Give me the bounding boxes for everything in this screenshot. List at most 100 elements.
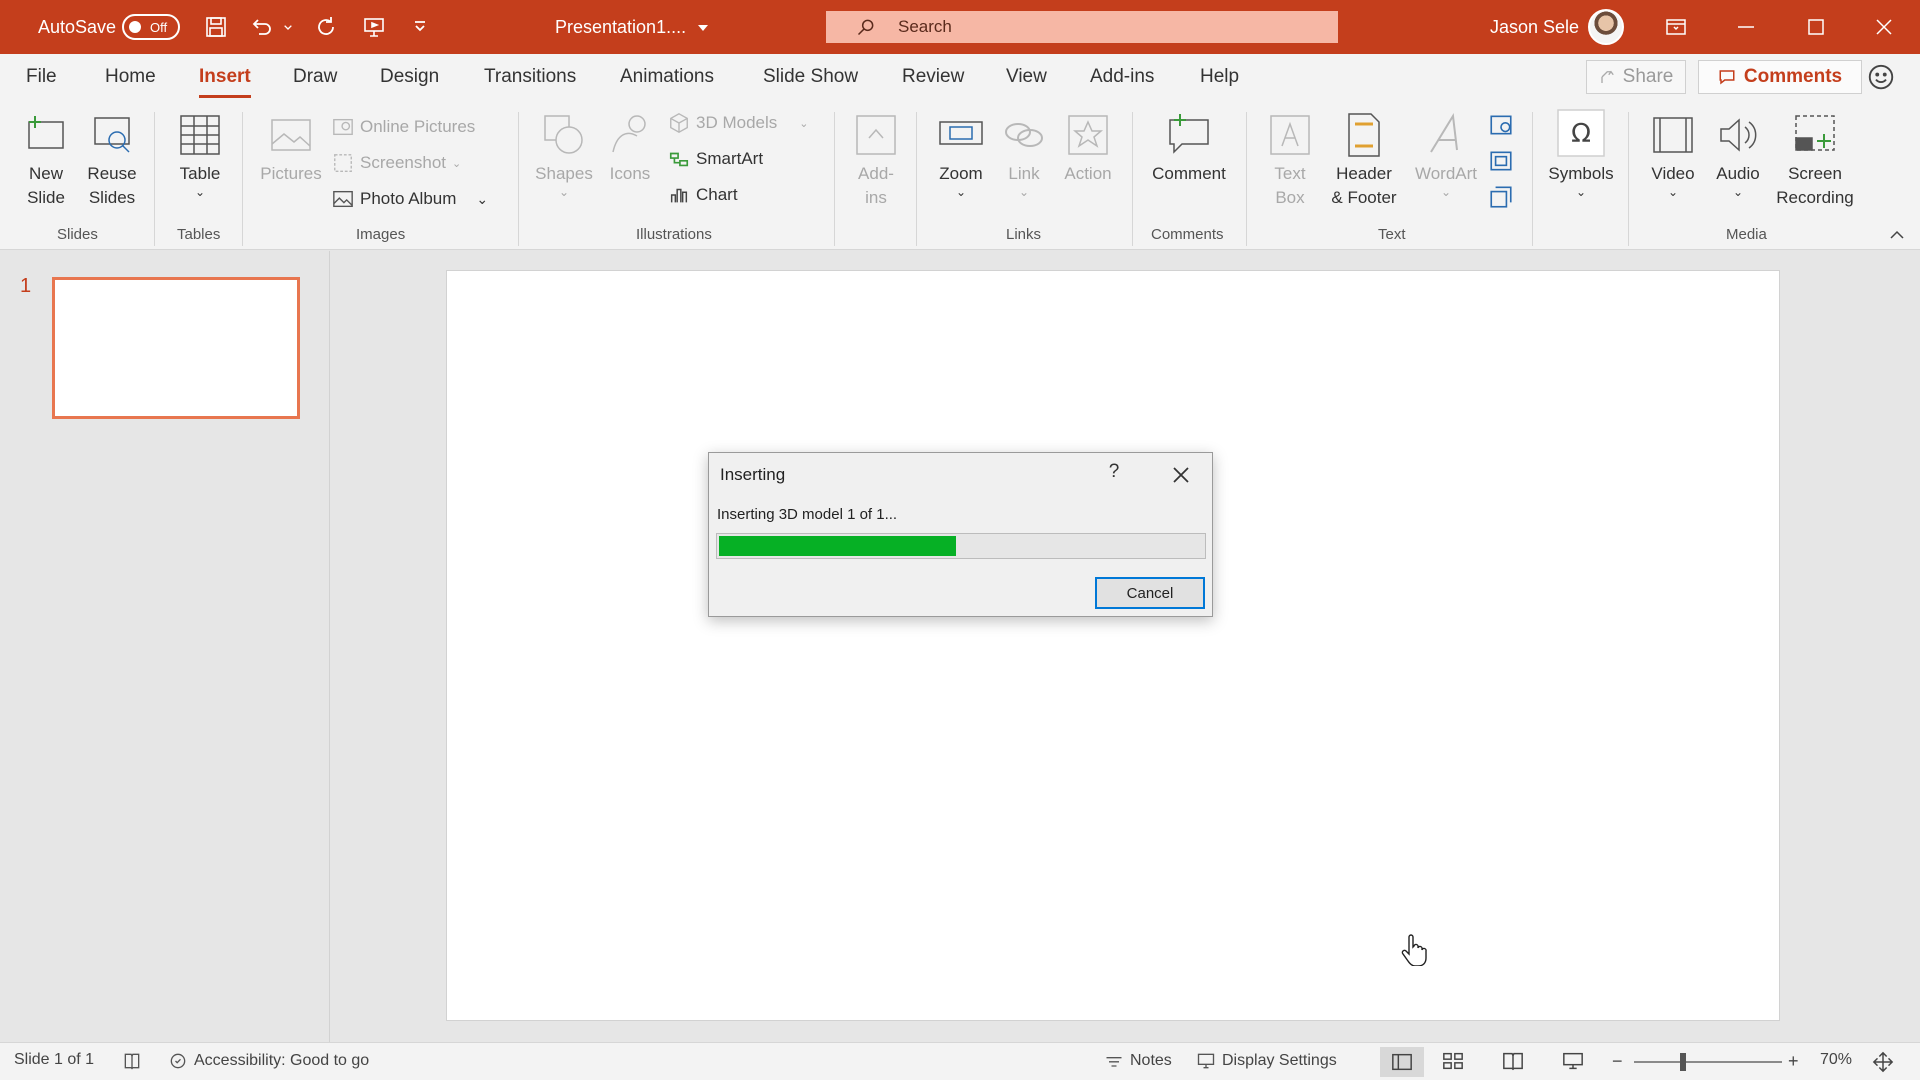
ribbon-display-options-icon[interactable] — [1662, 13, 1690, 41]
action-label: Action — [1064, 164, 1112, 183]
chevron-down-icon[interactable]: ⌄ — [476, 191, 488, 208]
tab-slide-show[interactable]: Slide Show — [763, 66, 858, 88]
icons-icon — [612, 115, 646, 153]
symbols-button[interactable]: Ω Symbols ⌄ — [1542, 108, 1620, 198]
user-name[interactable]: Jason Sele — [1490, 0, 1579, 54]
screen-recording-button[interactable]: Screen Recording — [1772, 112, 1858, 210]
reuse-slides-button[interactable]: Reuse Slides — [80, 112, 144, 210]
chart-button[interactable]: Chart — [668, 184, 738, 206]
online-pictures-button[interactable]: Online Pictures — [332, 116, 475, 138]
tab-review[interactable]: Review — [902, 66, 964, 88]
text-box-button[interactable]: Text Box — [1260, 112, 1320, 210]
chevron-down-icon: ⌄ — [1667, 185, 1679, 199]
spelling-check-icon[interactable] — [122, 1051, 142, 1071]
pictures-button[interactable]: Pictures — [256, 112, 326, 186]
chevron-down-icon: ⌄ — [799, 117, 809, 130]
slide-canvas[interactable] — [446, 270, 1780, 1021]
text-box-icon — [1270, 115, 1310, 155]
slide-show-view-icon[interactable] — [1562, 1051, 1584, 1071]
action-button[interactable]: Action — [1056, 112, 1120, 186]
smartart-icon — [669, 152, 689, 167]
date-time-icon[interactable] — [1488, 112, 1516, 140]
accessibility-status[interactable]: Accessibility: Good to go — [168, 1051, 369, 1071]
save-icon[interactable] — [202, 13, 230, 41]
minimize-icon[interactable] — [1732, 13, 1760, 41]
zoom-out-icon[interactable]: − — [1612, 1051, 1623, 1072]
link-button[interactable]: Link ⌄ — [994, 112, 1054, 198]
progress-fill — [719, 536, 956, 556]
svg-text:Ω: Ω — [1571, 119, 1591, 149]
reuse-slides-label: Reuse Slides — [87, 164, 137, 207]
comments-button[interactable]: Comments — [1698, 60, 1862, 94]
shapes-button[interactable]: Shapes ⌄ — [530, 112, 598, 198]
document-title[interactable]: Presentation1.... — [555, 0, 686, 54]
collapse-ribbon-icon[interactable] — [1888, 228, 1908, 244]
zoom-slider[interactable] — [1634, 1061, 1782, 1063]
tab-file[interactable]: File — [26, 66, 57, 88]
fit-slide-icon[interactable] — [1872, 1051, 1894, 1073]
maximize-icon[interactable] — [1802, 13, 1830, 41]
tab-view[interactable]: View — [1006, 66, 1047, 88]
dialog-message: Inserting 3D model 1 of 1... — [717, 506, 898, 523]
audio-label: Audio — [1716, 164, 1760, 183]
new-slide-button[interactable]: New Slide — [14, 112, 78, 210]
zoom-slider-thumb[interactable] — [1680, 1053, 1686, 1071]
object-icon[interactable] — [1488, 184, 1516, 212]
group-separator — [1628, 112, 1629, 246]
tab-home[interactable]: Home — [105, 66, 156, 88]
close-icon[interactable] — [1167, 461, 1195, 489]
video-button[interactable]: Video ⌄ — [1640, 112, 1706, 198]
icons-button[interactable]: Icons — [598, 112, 662, 186]
share-button[interactable]: Share — [1586, 60, 1686, 94]
tab-insert[interactable]: Insert — [199, 66, 251, 98]
tab-design[interactable]: Design — [380, 66, 439, 88]
screenshot-button[interactable]: Screenshot ⌄ — [332, 152, 461, 174]
smartart-button[interactable]: SmartArt — [668, 148, 763, 170]
tab-help[interactable]: Help — [1200, 66, 1239, 88]
slide-number-icon[interactable] — [1488, 148, 1516, 176]
zoom-level[interactable]: 70% — [1820, 1051, 1852, 1069]
autosave-toggle[interactable]: Off — [122, 14, 180, 40]
zoom-button[interactable]: Zoom ⌄ — [930, 112, 992, 198]
comment-button[interactable]: Comment — [1144, 112, 1234, 186]
tab-add-ins[interactable]: Add-ins — [1090, 66, 1154, 88]
photo-album-button[interactable]: Photo Album ⌄ — [332, 188, 488, 210]
tab-transitions[interactable]: Transitions — [484, 66, 576, 88]
new-comment-icon — [1169, 114, 1209, 154]
feedback-smiley-icon[interactable] — [1866, 62, 1896, 92]
title-bar: AutoSave Off Presentation1.... Search Ja… — [0, 0, 1920, 54]
share-label: Share — [1622, 66, 1674, 87]
zoom-in-icon[interactable]: + — [1788, 1051, 1799, 1072]
add-ins-button[interactable]: Add- ins — [846, 112, 906, 210]
display-settings-label: Display Settings — [1222, 1052, 1337, 1069]
notes-button[interactable]: Notes — [1104, 1051, 1172, 1071]
display-settings-button[interactable]: Display Settings — [1196, 1051, 1337, 1071]
close-window-icon[interactable] — [1870, 13, 1898, 41]
3d-models-button[interactable]: 3D Models ⌄ — [668, 112, 808, 134]
table-button[interactable]: Table ⌄ — [168, 112, 232, 198]
group-label-text: Text — [1378, 226, 1406, 243]
header-footer-button[interactable]: Header & Footer — [1324, 112, 1404, 210]
help-button[interactable]: ? — [1102, 461, 1126, 483]
normal-view-icon[interactable] — [1380, 1047, 1424, 1077]
reading-view-icon[interactable] — [1502, 1051, 1524, 1071]
group-label-comments: Comments — [1151, 226, 1224, 243]
present-icon[interactable] — [360, 13, 388, 41]
wordart-button[interactable]: WordArt ⌄ — [1408, 112, 1484, 198]
avatar[interactable] — [1588, 9, 1624, 45]
redo-icon[interactable] — [312, 13, 340, 41]
tab-draw[interactable]: Draw — [293, 66, 337, 88]
slide-sorter-icon[interactable] — [1442, 1051, 1464, 1071]
text-box-label: Text Box — [1274, 164, 1306, 207]
slide-thumbnail[interactable] — [52, 277, 300, 419]
tab-animations[interactable]: Animations — [620, 66, 714, 88]
customize-toolbar-icon[interactable] — [406, 13, 434, 41]
group-label-media: Media — [1726, 226, 1767, 243]
undo-icon[interactable] — [248, 13, 276, 41]
undo-dropdown-icon[interactable] — [280, 13, 296, 41]
title-dropdown-icon[interactable] — [690, 13, 716, 41]
audio-button[interactable]: Audio ⌄ — [1706, 112, 1770, 198]
cancel-button[interactable]: Cancel — [1095, 577, 1205, 609]
search-input[interactable]: Search — [826, 11, 1338, 43]
slide-counter: Slide 1 of 1 — [14, 1051, 95, 1068]
